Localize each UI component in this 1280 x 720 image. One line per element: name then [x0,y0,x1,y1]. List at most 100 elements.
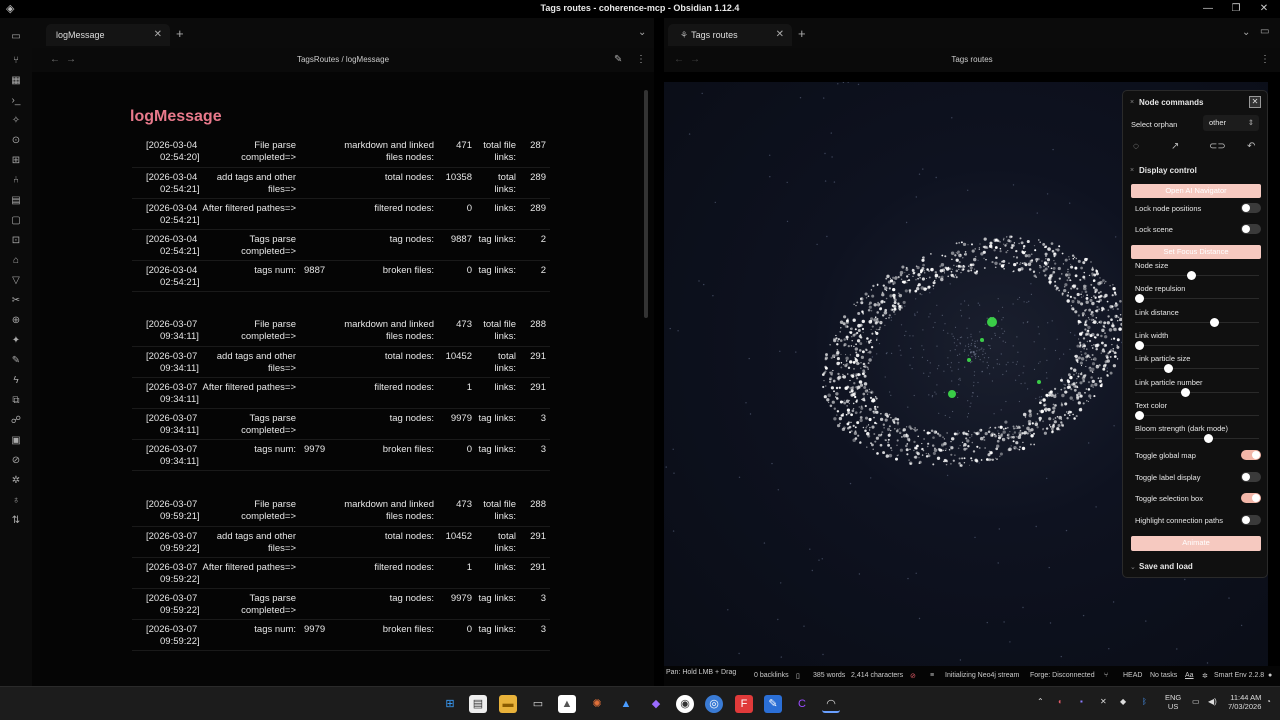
select-orphan-dropdown[interactable]: other ⇕ [1203,115,1259,131]
tools-icon[interactable]: ✂ [9,294,23,308]
terminal-icon[interactable]: ›_ [9,94,23,108]
claude-icon[interactable]: ✺ [588,695,606,713]
zoom-icon[interactable]: ⊕ [9,314,23,328]
animate-button[interactable]: Animate [1131,536,1261,551]
github-icon[interactable]: ◉ [676,695,694,713]
toggle-switch[interactable] [1241,514,1261,525]
sidebar-toggle-icon[interactable]: ▭ [9,30,23,44]
plugin-icon[interactable]: ✧ [9,114,23,128]
slider-track[interactable] [1135,368,1259,370]
tab-tags-routes[interactable]: ⚘ Tags routes ✕ [668,24,792,46]
tray-app-icon[interactable]: ◆ [1120,697,1126,706]
file-explorer-icon[interactable]: ▬ [499,695,517,713]
bolt-icon[interactable]: ϟ [9,374,23,388]
smart-env-status[interactable]: Smart Env 2.2.8 [1214,672,1264,679]
arc-icon[interactable]: ▲ [617,695,635,713]
reading-icon[interactable]: ▯ [796,672,800,680]
terminal-app-icon[interactable]: ▭ [529,695,547,713]
more-options-icon[interactable]: ⋮ [636,54,646,65]
slider-track[interactable] [1135,344,1259,346]
lasso-select-icon[interactable]: ◌ [1133,141,1139,152]
browser-icon[interactable]: ◎ [705,695,723,713]
pen-icon[interactable]: ✎ [9,354,23,368]
toggle-switch[interactable] [1241,471,1261,482]
photos-icon[interactable]: ▲ [558,695,576,713]
backlinks-count[interactable]: 0 backlinks [754,672,789,679]
collapse-caret-icon[interactable]: × [1130,99,1134,106]
slider-track[interactable] [1135,391,1259,393]
sliders-icon[interactable]: ⇅ [9,514,23,528]
search-icon[interactable]: ⊙ [9,134,23,148]
tray-overflow-icon[interactable]: ⌃ [1037,697,1044,706]
collapse-caret-icon[interactable]: × [1130,167,1134,174]
list-icon[interactable]: ≡ [930,672,934,679]
git-icon[interactable]: ⑃ [9,174,23,188]
toggle-switch[interactable] [1241,450,1261,460]
slider-knob[interactable] [1186,271,1196,280]
users-icon[interactable]: ☍ [9,414,23,428]
slider-knob[interactable] [1135,410,1144,420]
tab-list-chevron-icon[interactable]: ⌄ [638,27,646,38]
lock-scene-toggle[interactable] [1241,224,1261,234]
slider-track[interactable] [1135,438,1259,440]
open-ai-navigator-button[interactable]: Open AI Navigator [1131,184,1261,198]
new-tab-button[interactable]: + [798,26,806,41]
table-icon[interactable]: ▤ [9,194,23,208]
tray-app-icon[interactable]: ✕ [1100,697,1107,706]
close-tab-icon[interactable]: ✕ [776,24,784,46]
purple-app-icon[interactable]: C [793,695,811,713]
copy-icon[interactable]: ⧉ [9,394,23,408]
slider-track[interactable] [1135,321,1259,323]
red-app-icon[interactable]: F [735,695,753,713]
tray-app-icon[interactable]: ◐ [1058,697,1063,706]
slider-track[interactable] [1135,298,1259,300]
edit-icon[interactable]: ✎ [614,54,622,65]
compass-icon[interactable]: ⊘ [9,454,23,468]
set-focus-distance-button[interactable]: Set Focus Distance [1131,245,1261,259]
tab-logmessage[interactable]: logMessage ✕ [46,24,170,46]
bluetooth-icon[interactable]: ᛒ [1142,697,1147,706]
start-button-icon[interactable]: ⊞ [441,695,459,713]
right-sidebar-toggle-icon[interactable]: ▭ [1260,26,1269,37]
notepad-icon[interactable]: ▤ [469,695,487,713]
close-tab-icon[interactable]: ✕ [154,24,162,46]
tag-icon[interactable]: ⌂ [9,254,23,268]
slider-knob[interactable] [1135,294,1144,304]
sparkle-icon[interactable]: ✦ [9,334,23,348]
tray-app-icon[interactable]: ▪ [1080,697,1083,706]
tab-list-chevron-icon[interactable]: ⌄ [1242,27,1250,38]
network-icon[interactable]: ▭ [1192,697,1200,706]
close-panel-button[interactable]: ✕ [1249,96,1261,108]
volume-icon[interactable]: ◀) [1208,697,1217,706]
chat-icon[interactable]: ▢ [9,214,23,228]
blue-app-icon[interactable]: ✎ [764,695,782,713]
active-app-icon[interactable]: ◠ [822,695,840,713]
save-and-load-header[interactable]: Save and load [1139,562,1193,571]
scrollbar[interactable] [644,90,648,318]
canvas-icon[interactable]: ⊞ [9,154,23,168]
mic-icon[interactable]: ♁ [9,494,23,508]
minimize-button[interactable]: — [1194,0,1222,18]
toggle-switch[interactable] [1241,493,1261,503]
obsidian-app-icon[interactable]: ◆ [647,695,665,713]
slider-knob[interactable] [1181,387,1190,397]
new-tab-button[interactable]: + [176,26,184,41]
expand-caret-icon[interactable]: ⌄ [1130,563,1136,571]
slider-knob[interactable] [1204,434,1213,444]
undo-icon[interactable]: ↶ [1247,141,1255,152]
graph-icon[interactable]: ⑂ [9,54,23,68]
sync-error-icon[interactable]: ⊘ [910,672,916,680]
slider-track[interactable] [1135,275,1259,276]
clock[interactable]: 11:44 AM 7/03/2026 [1228,693,1261,711]
filter-icon[interactable]: ▽ [9,274,23,288]
more-options-icon[interactable]: ⋮ [1260,54,1270,65]
curve-tool-icon[interactable]: ↗ [1171,141,1179,152]
settings-icon[interactable]: ✲ [9,474,23,488]
slider-knob[interactable] [1135,340,1144,350]
inbox-icon[interactable]: ⊡ [9,234,23,248]
slider-knob[interactable] [1163,364,1173,374]
lock-node-positions-toggle[interactable] [1241,203,1261,213]
language-indicator[interactable]: ENG US [1165,693,1181,711]
grid-icon[interactable]: ▦ [9,74,23,88]
maximize-button[interactable]: ❐ [1222,0,1250,18]
